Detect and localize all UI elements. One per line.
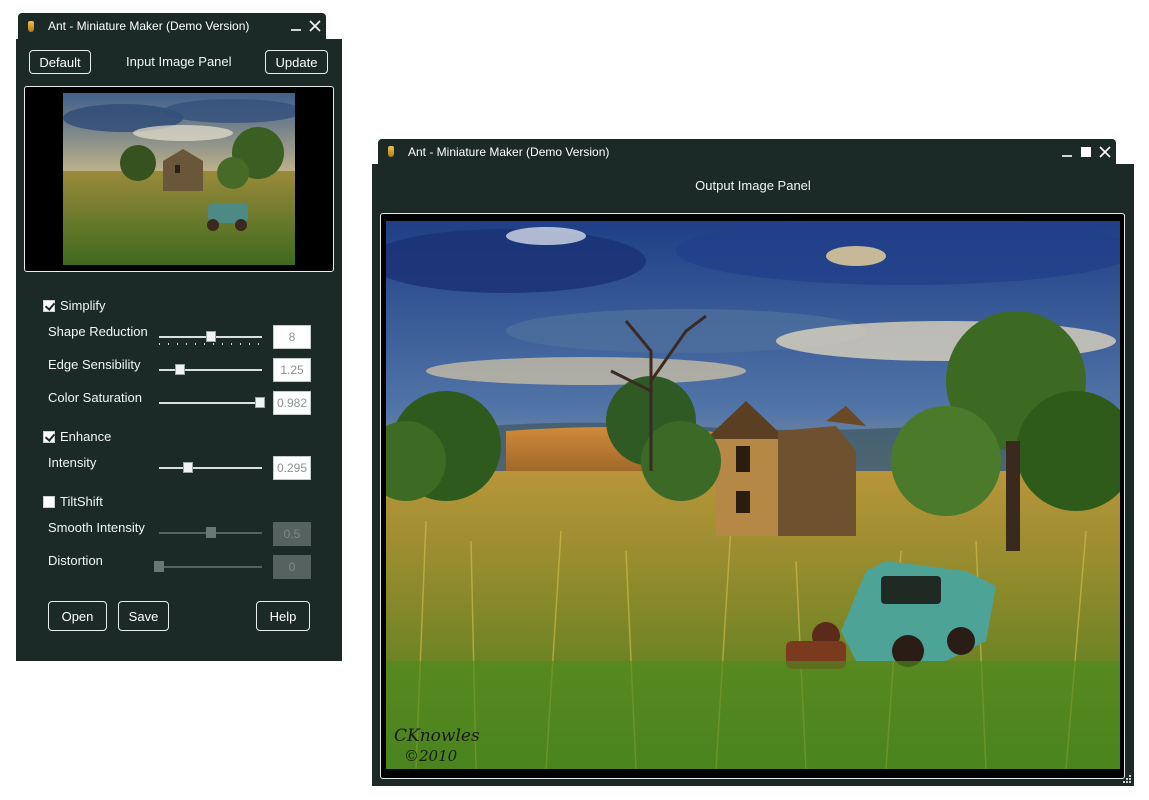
input-image-frame — [24, 86, 334, 272]
output-image: CKnowles ©2010 — [386, 221, 1120, 769]
slider-thumb[interactable] — [205, 527, 216, 538]
minimize-icon[interactable] — [288, 18, 304, 34]
smooth-intensity-slider[interactable] — [159, 525, 262, 541]
input-window-title: Ant - Miniature Maker (Demo Version) — [48, 19, 250, 33]
edge-sensibility-label: Edge Sensibility — [48, 357, 141, 372]
input-window-titlebar[interactable]: Ant - Miniature Maker (Demo Version) — [18, 13, 326, 39]
intensity-label: Intensity — [48, 455, 97, 470]
shape-reduction-value[interactable]: 8 — [273, 325, 311, 349]
resize-grip-icon[interactable] — [1122, 774, 1132, 784]
simplify-checkbox[interactable]: Simplify — [43, 298, 106, 313]
distortion-slider[interactable] — [154, 559, 262, 575]
output-window-titlebar[interactable]: Ant - Miniature Maker (Demo Version) — [378, 139, 1116, 164]
color-saturation-label: Color Saturation — [48, 390, 142, 405]
slider-thumb[interactable] — [205, 331, 216, 342]
slider-thumb[interactable] — [182, 462, 193, 473]
shape-reduction-label: Shape Reduction — [48, 324, 148, 339]
input-panel-title: Input Image Panel — [126, 54, 232, 69]
watermark-year: ©2010 — [404, 747, 458, 765]
smooth-intensity-label: Smooth Intensity — [48, 520, 145, 535]
slider-track — [159, 467, 262, 469]
output-image-panel-window: Output Image Panel CKnowles ©2010 — [372, 164, 1134, 786]
enhance-checkbox[interactable]: Enhance — [43, 429, 111, 444]
default-button[interactable]: Default — [29, 50, 91, 74]
watermark-name: CKnowles — [394, 726, 480, 746]
slider-thumb[interactable] — [154, 561, 164, 572]
enhance-checkbox-box[interactable] — [43, 430, 55, 443]
input-image-preview — [63, 93, 295, 265]
close-icon[interactable] — [1097, 144, 1113, 160]
output-window-title: Ant - Miniature Maker (Demo Version) — [408, 144, 610, 159]
enhance-label: Enhance — [60, 429, 112, 444]
ant-icon — [388, 146, 394, 157]
intensity-slider[interactable] — [159, 460, 262, 476]
slider-track — [159, 402, 262, 404]
edge-sensibility-slider[interactable] — [159, 362, 262, 378]
color-saturation-slider[interactable] — [159, 395, 265, 411]
output-panel-title: Output Image Panel — [695, 178, 811, 193]
tiltshift-checkbox-box[interactable] — [43, 495, 55, 508]
color-saturation-value[interactable]: 0.982 — [273, 391, 311, 415]
ant-icon — [28, 20, 34, 32]
smooth-intensity-value[interactable]: 0.5 — [273, 522, 311, 546]
distortion-value[interactable]: 0 — [273, 555, 311, 579]
edge-sensibility-value[interactable]: 1.25 — [273, 358, 311, 382]
slider-track — [159, 566, 262, 568]
slider-thumb[interactable] — [174, 364, 185, 375]
minimize-icon[interactable] — [1059, 144, 1075, 160]
help-button[interactable]: Help — [256, 601, 310, 631]
open-button[interactable]: Open — [48, 601, 107, 631]
distortion-label: Distortion — [48, 553, 103, 568]
intensity-value[interactable]: 0.295 — [273, 456, 311, 480]
simplify-label: Simplify — [60, 298, 106, 313]
slider-ticks — [159, 343, 262, 345]
save-button[interactable]: Save — [118, 601, 169, 631]
slider-thumb[interactable] — [254, 397, 265, 408]
tiltshift-checkbox[interactable]: TiltShift — [43, 494, 103, 509]
tiltshift-label: TiltShift — [60, 494, 103, 509]
maximize-icon[interactable] — [1078, 144, 1094, 160]
output-image-frame: CKnowles ©2010 — [380, 213, 1125, 779]
shape-reduction-slider[interactable] — [159, 329, 262, 345]
input-image-panel-window: Default Input Image Panel Update Simplif… — [16, 39, 342, 661]
close-icon[interactable] — [307, 18, 323, 34]
simplify-checkbox-box[interactable] — [43, 299, 55, 312]
update-button[interactable]: Update — [265, 50, 328, 74]
